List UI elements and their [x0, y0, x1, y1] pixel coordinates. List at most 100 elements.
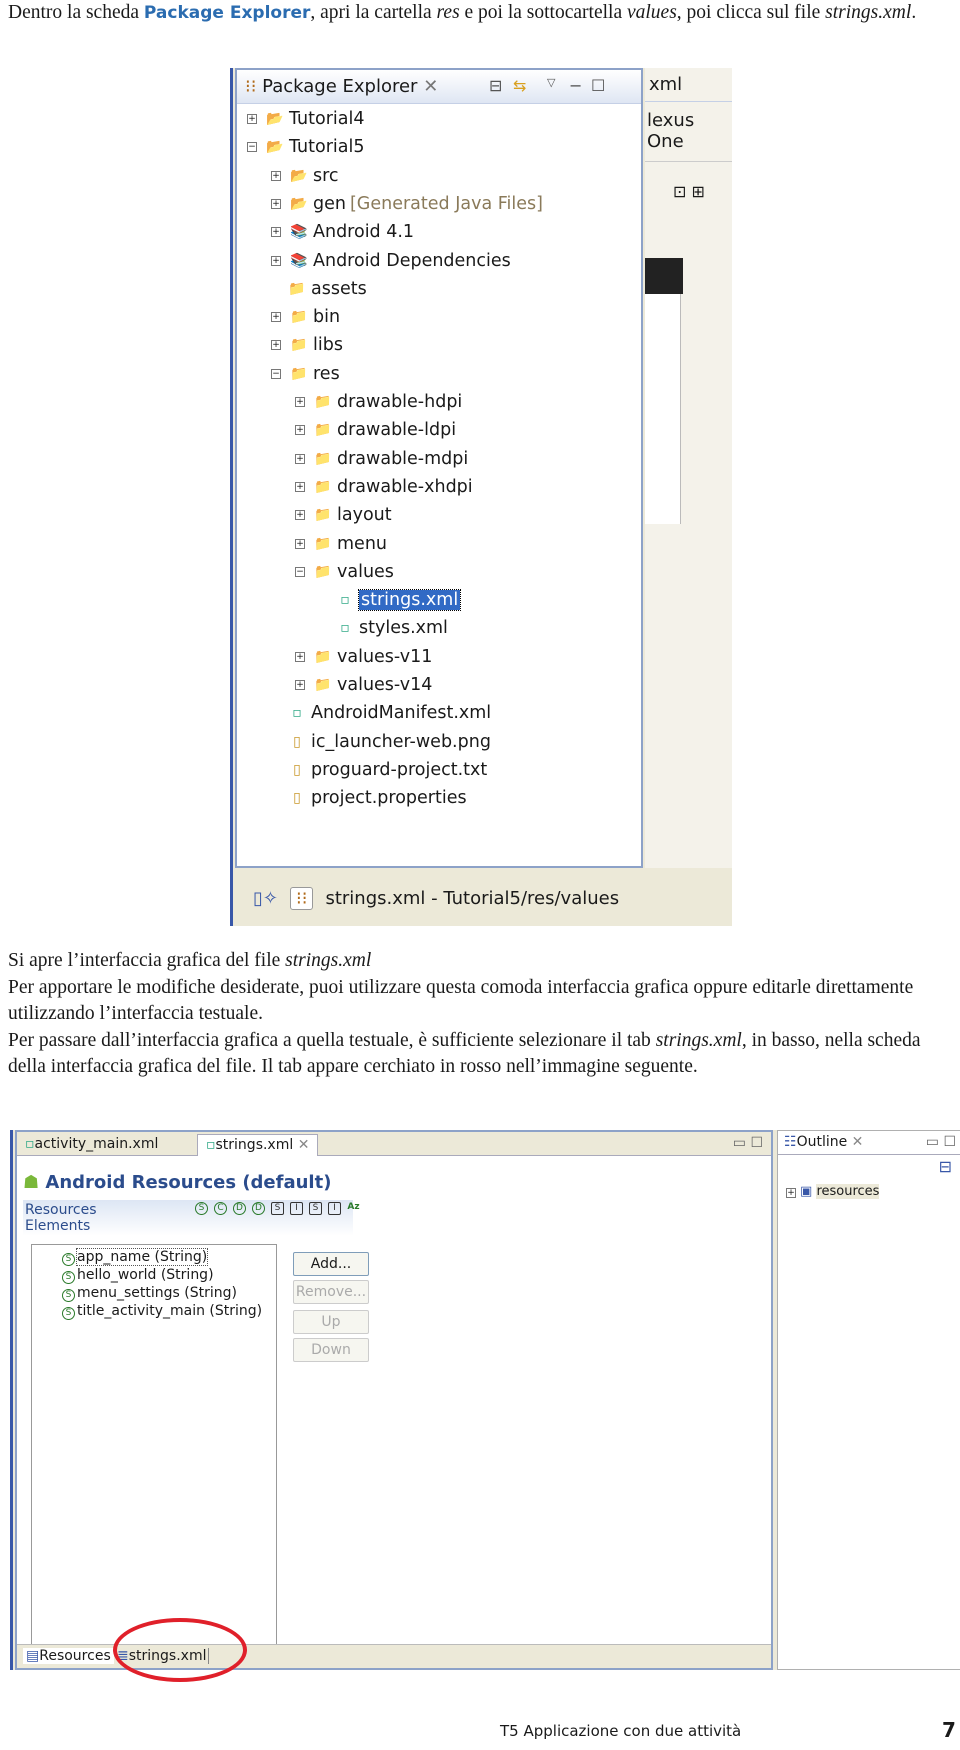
remove-button[interactable]: Remove... [293, 1280, 369, 1304]
tree-item[interactable]: + 📚 Android Dependencies [271, 248, 511, 274]
editor-title: ☗ Android Resources (default) [23, 1172, 332, 1193]
library-icon: 📚 [290, 224, 308, 241]
filter-i-icon[interactable]: I [328, 1202, 341, 1215]
editor-tab-partial[interactable]: xml [645, 68, 732, 102]
tab-resources[interactable]: ▤Resources [23, 1648, 114, 1664]
close-icon[interactable]: ✕ [423, 76, 438, 97]
view-header: ⁝⁝ Package Explorer ✕ ⊟ ⇆ ▽ − ☐ [237, 70, 641, 104]
min-max-icons[interactable]: ▭ ☐ [733, 1135, 763, 1151]
string-item[interactable]: Stitle_activity_main (String) [62, 1303, 262, 1320]
expand-icon[interactable]: + [271, 340, 281, 351]
collapse-icon[interactable]: − [271, 368, 281, 379]
expand-icon[interactable]: + [295, 397, 305, 407]
tree-item[interactable]: + 📂 src [271, 163, 339, 189]
filter-s-icon[interactable]: S [309, 1202, 322, 1215]
tree-item[interactable]: − 📂 Tutorial5 [247, 134, 364, 160]
package-explorer-view: ⁝⁝ Package Explorer ✕ ⊟ ⇆ ▽ − ☐ + 📂 Tutori… [235, 68, 643, 868]
tree-item[interactable]: − 📁 values [295, 559, 394, 585]
string-icon: S [62, 1307, 75, 1320]
expand-icon[interactable]: + [247, 114, 257, 124]
package-folder-icon: 📂 [290, 167, 308, 184]
tree-item[interactable]: + 📁 drawable-xhdpi [295, 474, 473, 500]
filter-d-icon[interactable]: D [233, 1202, 246, 1215]
expand-icon[interactable]: + [295, 510, 305, 521]
tree-item[interactable]: + 📁 values-v14 [295, 672, 432, 698]
tree-item[interactable]: + 📂 Tutorial4 [247, 106, 364, 132]
string-item[interactable]: Shello_world (String) [62, 1267, 214, 1284]
string-item[interactable]: Sapp_name (String) [62, 1248, 209, 1266]
expand-icon[interactable]: + [271, 255, 281, 266]
tree-item[interactable]: ▯ project.properties [287, 785, 466, 811]
tab-activity-main[interactable]: ▫activity_main.xml [17, 1134, 166, 1156]
view-menu-icon[interactable]: ▽ [547, 76, 555, 89]
tree-item[interactable]: + 📁 drawable-hdpi [295, 389, 462, 415]
expand-icon[interactable]: + [295, 538, 305, 549]
filter-d-icon[interactable]: D [252, 1202, 265, 1215]
string-item[interactable]: Smenu_settings (String) [62, 1285, 237, 1302]
tree-item[interactable]: + 📚 Android 4.1 [271, 219, 414, 245]
minimize-icon[interactable]: − [569, 76, 582, 95]
folder-icon: 📁 [314, 677, 332, 693]
new-icon[interactable]: ▯✧ [253, 888, 278, 909]
tree-item-label: libs [313, 335, 343, 356]
tree-item[interactable]: + 📁 libs [271, 332, 343, 358]
expand-icon[interactable]: + [295, 651, 305, 662]
tree-item[interactable]: + 📁 bin [271, 304, 340, 330]
zoom-icon[interactable]: ⊡ [673, 182, 686, 201]
refresh-icon[interactable]: ⊞ [692, 182, 705, 201]
expand-icon[interactable]: + [271, 312, 281, 323]
link-editor-icon[interactable]: ⇆ [513, 76, 526, 95]
expand-icon[interactable]: + [271, 227, 281, 238]
string-icon: S [62, 1289, 75, 1302]
collapse-icon[interactable]: ⊟ [778, 1155, 960, 1178]
tree-item[interactable]: − 📁 res [271, 361, 340, 387]
expand-icon[interactable]: + [271, 170, 281, 181]
filter-s-icon[interactable]: S [195, 1202, 208, 1215]
expand-icon[interactable]: + [271, 198, 281, 209]
tree-item[interactable]: ▫ strings.xml [335, 587, 462, 613]
tree-item-label: menu [337, 533, 387, 554]
tree-item[interactable]: + 📁 values-v11 [295, 644, 432, 670]
tree-item[interactable]: + 📁 drawable-mdpi [295, 446, 468, 472]
expand-icon[interactable]: + [295, 453, 305, 464]
tree-item[interactable]: + 📁 drawable-ldpi [295, 417, 456, 443]
close-icon[interactable]: ✕ [852, 1134, 864, 1150]
expand-icon[interactable]: + [295, 680, 305, 690]
filter-s-icon[interactable]: S [271, 1202, 284, 1215]
filter-c-icon[interactable]: C [214, 1202, 227, 1215]
tree-item[interactable]: 📁 assets [287, 276, 366, 302]
down-button[interactable]: Down [293, 1338, 369, 1362]
tree-item[interactable]: ▯ proguard-project.txt [287, 757, 487, 783]
expand-icon[interactable]: + [295, 481, 305, 492]
tab-strings-xml[interactable]: ▫strings.xml ✕ [197, 1134, 319, 1156]
folder-icon: 📁 [314, 535, 332, 552]
tree-item[interactable]: ▯ ic_launcher-web.png [287, 729, 491, 755]
filter-i-icon[interactable]: I [290, 1202, 303, 1215]
outline-item[interactable]: + ▣ resources [778, 1178, 960, 1205]
maximize-icon[interactable]: ☐ [591, 76, 605, 95]
tree-item[interactable]: + 📁 layout [295, 502, 392, 528]
collapse-all-icon[interactable]: ⊟ [489, 76, 502, 95]
collapse-icon[interactable]: − [247, 142, 257, 153]
hierarchy-icon[interactable]: ⁝⁝ [290, 886, 314, 910]
expand-icon[interactable]: + [786, 1188, 796, 1198]
tree-item[interactable]: ▫ AndroidManifest.xml [287, 700, 491, 726]
outline-tab[interactable]: ☷Outline ✕ ▭ ☐ [778, 1131, 960, 1155]
string-icon: S [62, 1271, 75, 1284]
tab-package-explorer[interactable]: ⁝⁝ Package Explorer ✕ [245, 76, 438, 97]
filter-az-icon[interactable]: Az [347, 1202, 360, 1215]
collapse-icon[interactable]: − [295, 566, 305, 577]
tree-item[interactable]: ▫ styles.xml [335, 615, 448, 641]
expand-icon[interactable]: + [295, 425, 305, 436]
tree-item[interactable]: + 📂 gen [Generated Java Files] [271, 191, 543, 217]
close-icon[interactable]: ✕ [298, 1137, 310, 1153]
folder-icon: 📁 [314, 394, 332, 410]
elements-tree[interactable]: Sapp_name (String) Shello_world (String) S… [31, 1244, 277, 1664]
tree-item[interactable]: + 📁 menu [295, 531, 387, 557]
up-button[interactable]: Up [293, 1310, 369, 1334]
min-max-icons[interactable]: ▭ ☐ [926, 1134, 956, 1150]
table-icon: ▤ [26, 1648, 40, 1664]
add-button[interactable]: Add... [293, 1252, 369, 1276]
paragraph: Si apre l’interfaccia grafica del file s… [8, 950, 921, 1077]
tree-item-label: layout [337, 505, 392, 526]
